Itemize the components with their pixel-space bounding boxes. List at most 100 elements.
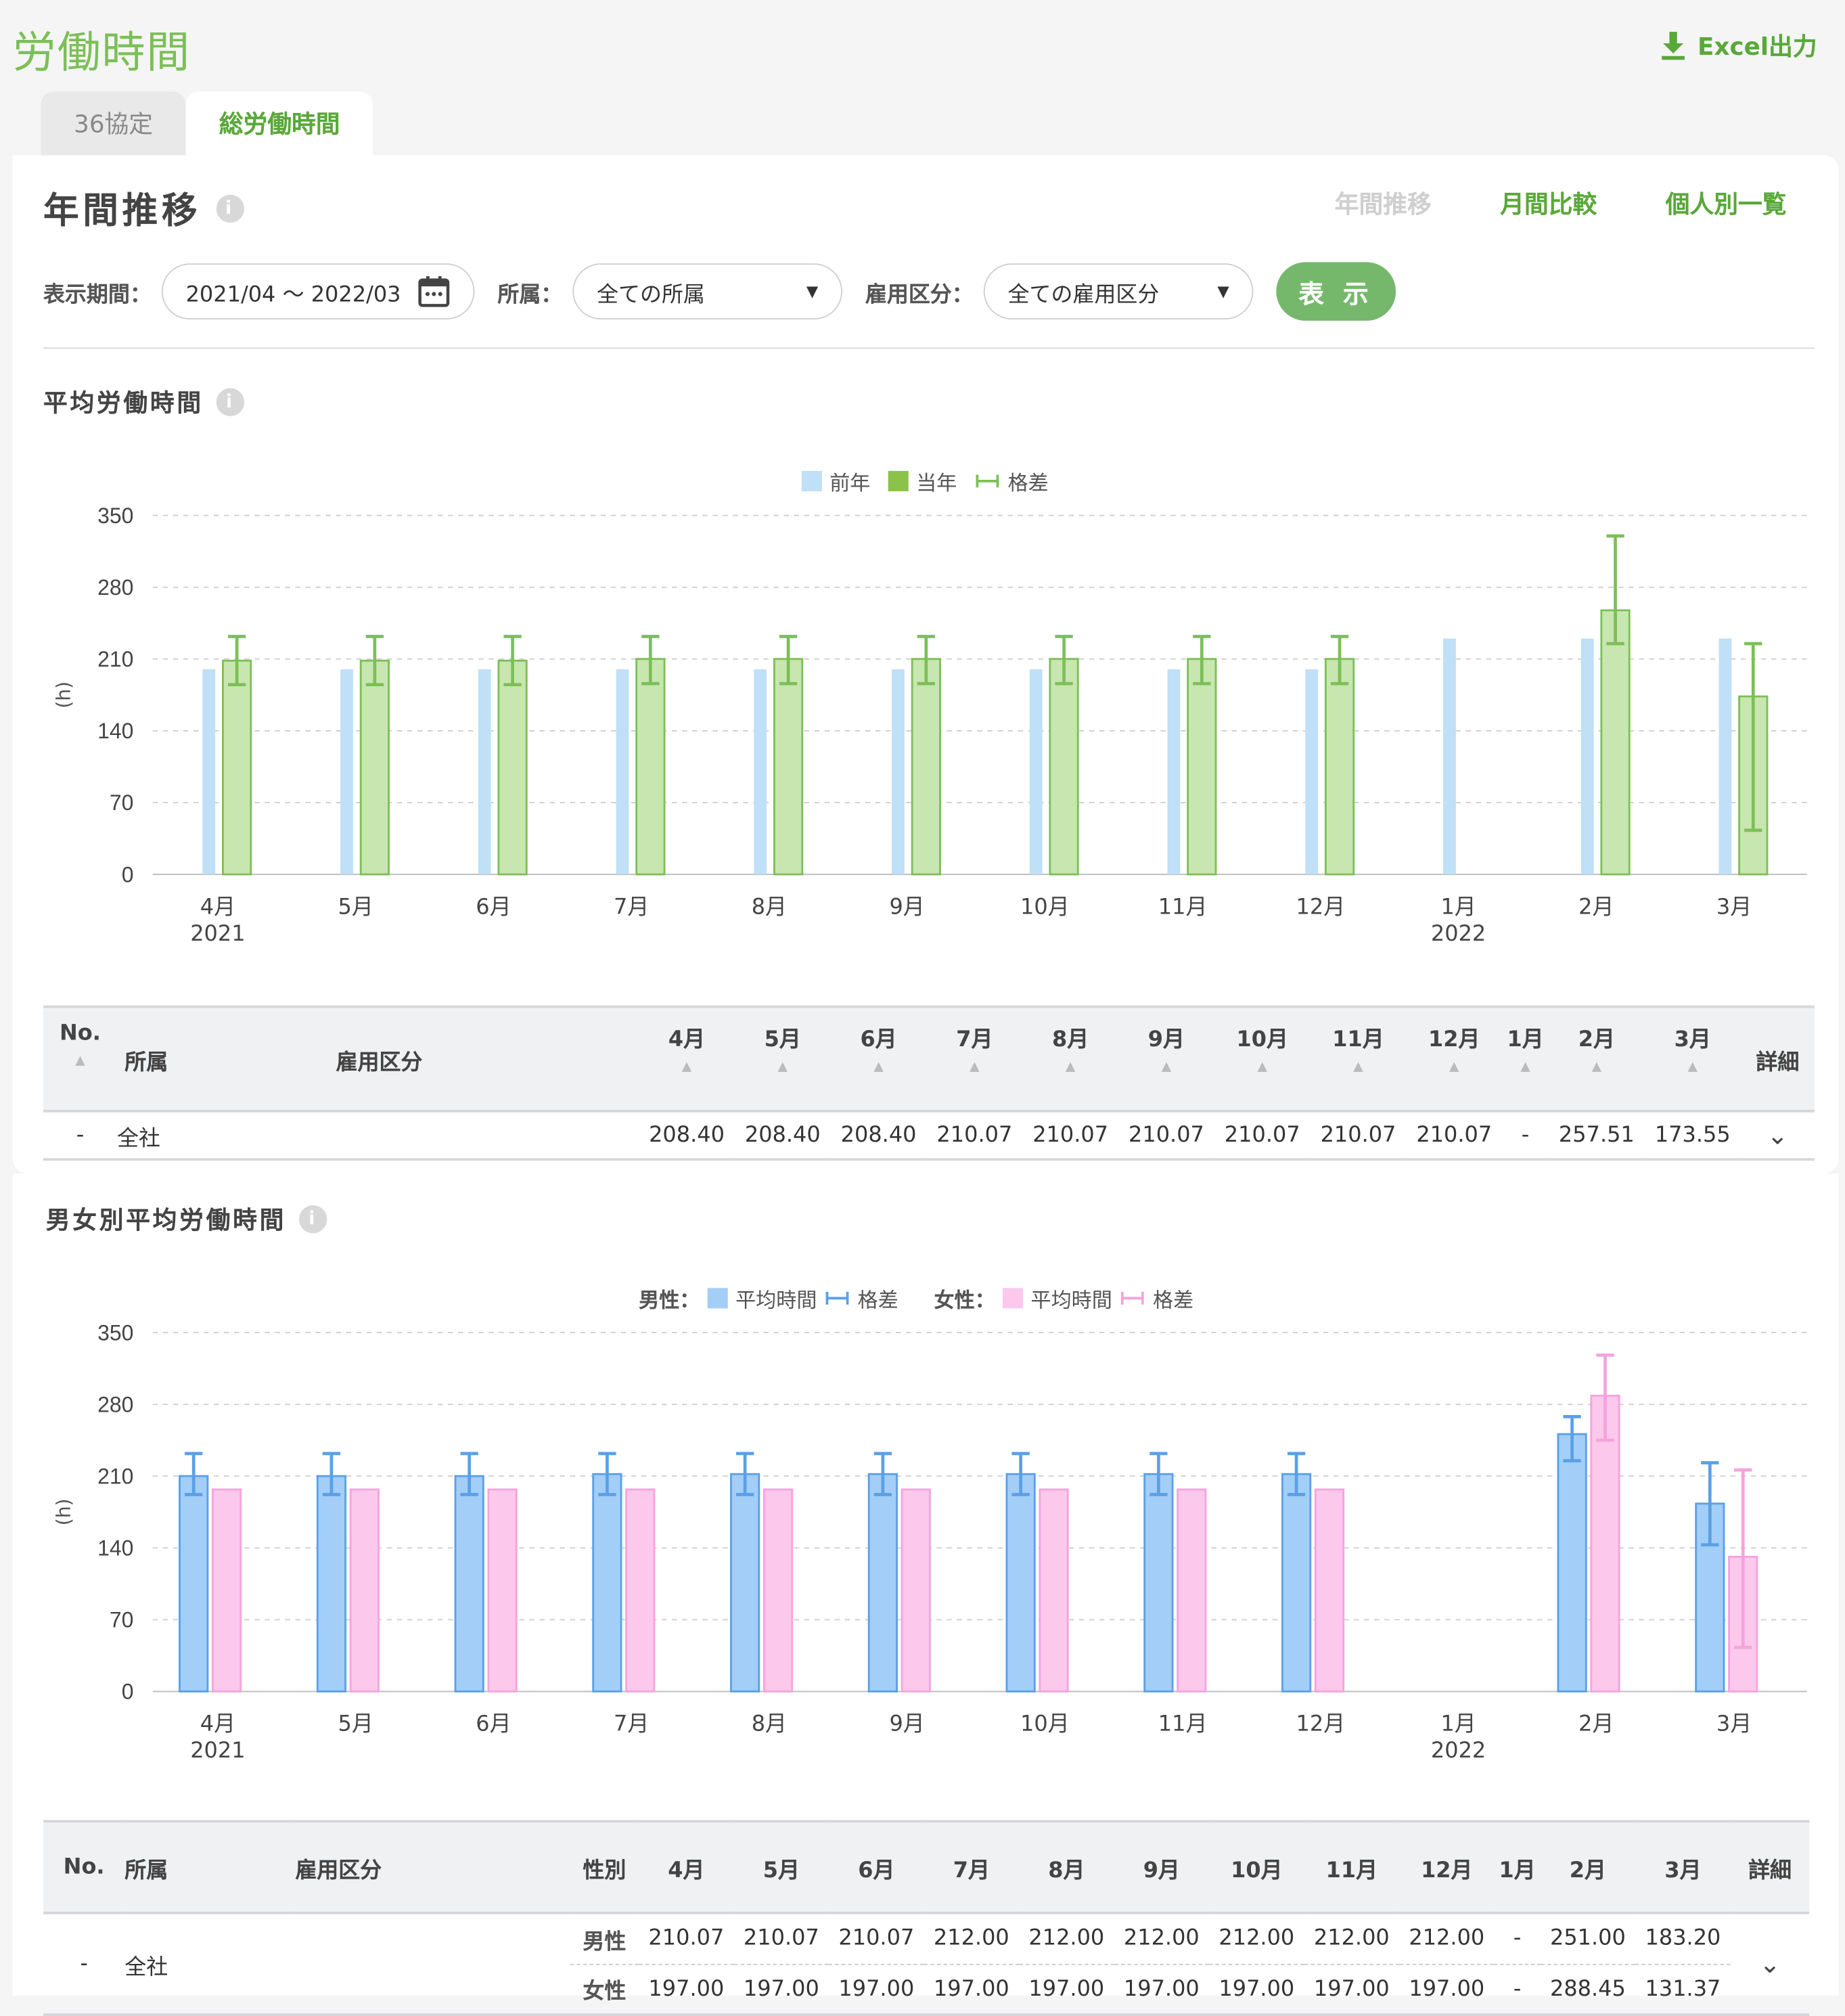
emp-select[interactable]: 全ての雇用区分 ▼ <box>983 263 1254 320</box>
col-month[interactable]: 9月 ▲ <box>1118 1005 1214 1113</box>
col-month[interactable]: 10月 ▲ <box>1214 1005 1311 1113</box>
col-month: 9月 <box>1114 1820 1210 1914</box>
info-icon[interactable]: i <box>216 387 245 416</box>
view-annual-trend[interactable]: 年間推移 <box>1335 186 1432 221</box>
y-tick-label: 140 <box>97 1536 133 1561</box>
x-tick-label: 7月 <box>614 893 649 919</box>
row-value: 210.07 <box>1416 1122 1493 1148</box>
chart1-title: 平均労働時間 i <box>43 384 245 419</box>
row-value-female: 197.00 <box>933 1976 1009 2002</box>
filter-bar: 表示期間： 2021/04 ～ 2022/03 所属： 全ての所属 ▼ 雇用区分… <box>43 262 1396 321</box>
col-month[interactable]: 4月 ▲ <box>639 1005 735 1113</box>
y-tick-label: 280 <box>97 1392 133 1416</box>
x-year-label: 2022 <box>1431 920 1486 946</box>
bar-curr <box>635 658 666 876</box>
tab-36-agreement[interactable]: 36協定 <box>41 91 186 156</box>
period-picker[interactable]: 2021/04 ～ 2022/03 <box>161 263 475 320</box>
y-tick-label: 350 <box>97 503 133 528</box>
table-row-male: - 全社 男性 210.07 210.07 210.07 212.00 212.… <box>43 1912 1809 1979</box>
col-month: 12月 <box>1399 1820 1495 1914</box>
bar-female <box>762 1488 794 1693</box>
bar-male <box>1557 1433 1587 1693</box>
info-icon[interactable]: i <box>216 194 245 223</box>
x-year-label: 2021 <box>190 1737 245 1763</box>
col-month[interactable]: 7月 ▲ <box>926 1005 1023 1113</box>
bar-curr <box>1049 658 1079 876</box>
x-tick-label: 10月 <box>1020 893 1070 919</box>
row-no: - <box>76 1122 85 1148</box>
row-value-male: 212.00 <box>1209 1912 1304 1965</box>
y-tick-label: 210 <box>97 1464 133 1489</box>
divider <box>43 347 1815 349</box>
row-value-male: - <box>1494 1912 1541 1965</box>
bar-prev <box>1305 669 1319 875</box>
y-tick-label: 0 <box>122 1680 134 1704</box>
table2-header-row: No. 所属 雇用区分 性別 4月 5月 6月 7月 8月 9月 10月 11月… <box>43 1820 1810 1914</box>
chart1-title-text: 平均労働時間 <box>43 389 204 418</box>
bar-curr <box>773 658 804 876</box>
section-title: 年間推移 i <box>43 183 245 234</box>
show-button[interactable]: 表 示 <box>1276 262 1396 321</box>
row-sex-male: 男性 <box>570 1912 639 1965</box>
col-month: 7月 <box>924 1820 1020 1914</box>
col-month[interactable]: 6月 ▲ <box>830 1005 927 1113</box>
col-month[interactable]: 3月 ▲ <box>1644 1005 1741 1113</box>
col-month[interactable]: 12月 ▲ <box>1406 1005 1503 1113</box>
col-month[interactable]: 5月 ▲ <box>734 1005 831 1113</box>
expand-row-button[interactable]: ⌄ <box>1741 1111 1815 1159</box>
col-no[interactable]: No. ▲ <box>43 1005 118 1113</box>
col-month[interactable]: 8月 ▲ <box>1022 1005 1119 1113</box>
period-value: 2021/04 ～ 2022/03 <box>185 282 401 308</box>
row-value-male: 251.00 <box>1540 1912 1636 1965</box>
view-monthly-compare[interactable]: 月間比較 <box>1500 186 1597 221</box>
expand-row-button[interactable]: ⌄ <box>1731 1913 1810 2015</box>
bar-male <box>179 1475 209 1693</box>
x-tick-label: 8月 <box>752 893 787 919</box>
bar-prev <box>1443 638 1456 875</box>
row-value: 208.40 <box>649 1122 725 1148</box>
bar-prev <box>892 669 905 875</box>
row-value-male: 210.07 <box>639 1912 734 1965</box>
row-value-male: 212.00 <box>1114 1912 1210 1965</box>
row-value-female: 288.45 <box>1549 1976 1626 2002</box>
col-month: 4月 <box>639 1820 734 1914</box>
tab-total-hours[interactable]: 総労働時間 <box>185 91 373 156</box>
row-value: 208.40 <box>840 1122 917 1148</box>
x-tick-label: 4月 <box>200 893 235 919</box>
row-value-male: 212.00 <box>1019 1912 1114 1965</box>
bar-male <box>592 1473 622 1693</box>
caret-down-icon: ▼ <box>1217 282 1229 300</box>
dept-value: 全ての所属 <box>597 282 705 308</box>
x-tick-label: 5月 <box>338 1711 373 1737</box>
bar-female <box>901 1488 931 1693</box>
dept-select[interactable]: 全ての所属 ▼ <box>572 263 843 320</box>
excel-export-button[interactable]: Excel出力 <box>1660 28 1817 62</box>
col-month: 1月 <box>1494 1820 1541 1914</box>
x-tick-label: 11月 <box>1158 1711 1208 1737</box>
period-label: 表示期間： <box>43 282 152 308</box>
row-no: - <box>80 1951 88 1977</box>
view-individual-list[interactable]: 個人別一覧 <box>1666 186 1787 221</box>
emp-label: 雇用区分： <box>865 282 974 308</box>
row-value-male: 212.00 <box>1399 1912 1495 1965</box>
table-row: - 全社 208.40 208.40 208.40 210.07 210.07 … <box>43 1111 1815 1160</box>
row-value-female: 197.00 <box>1218 1976 1295 2002</box>
row-dept: 全社 <box>124 1954 168 1980</box>
col-month[interactable]: 1月 ▲ <box>1502 1005 1549 1113</box>
info-icon[interactable]: i <box>298 1205 327 1233</box>
table1-header-row: No. ▲ 所属 雇用区分 4月 ▲ 5月 ▲ 6月 ▲ 7月 ▲ 8月 ▲ 9月 ▲ 10月… <box>43 1005 1815 1113</box>
x-tick-label: 8月 <box>752 1711 787 1737</box>
bar-prev <box>202 669 216 875</box>
row-value-female: 197.00 <box>1123 1976 1200 2002</box>
bar-curr <box>1600 609 1631 876</box>
row-value: 210.07 <box>1224 1122 1300 1148</box>
x-tick-label: 3月 <box>1716 893 1752 919</box>
calendar-icon <box>418 276 450 307</box>
y-tick-label: 350 <box>97 1320 133 1345</box>
x-tick-label: 12月 <box>1296 1711 1346 1737</box>
col-month[interactable]: 11月 ▲ <box>1310 1005 1407 1113</box>
bar-male <box>1281 1473 1312 1693</box>
bar-female <box>211 1488 242 1693</box>
col-month[interactable]: 2月 ▲ <box>1548 1005 1645 1113</box>
col-month: 5月 <box>733 1820 829 1914</box>
